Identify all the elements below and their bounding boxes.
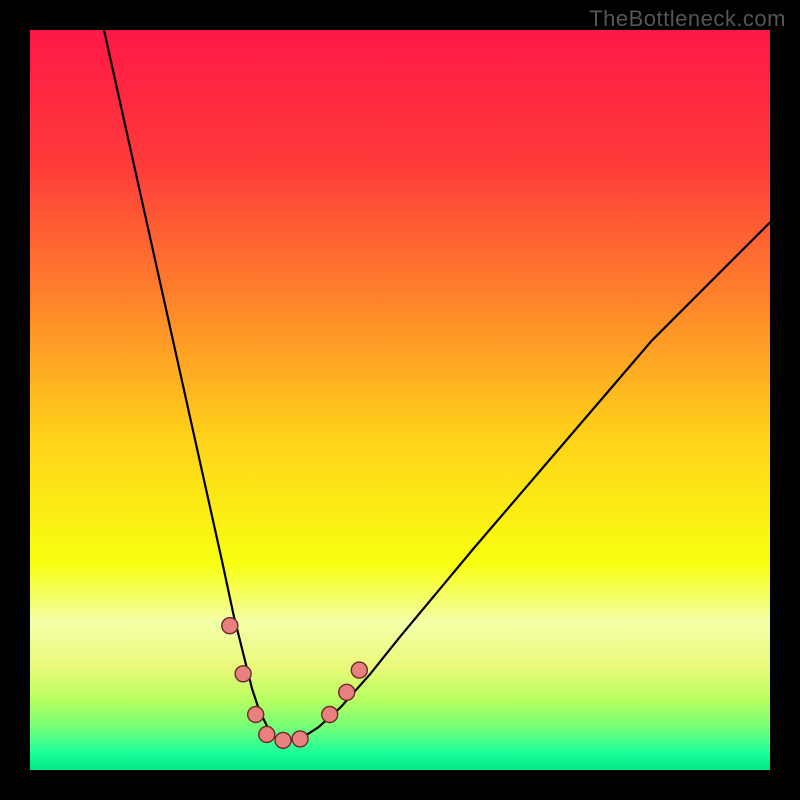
data-marker [222, 618, 238, 634]
data-marker [322, 707, 338, 723]
plot-area [30, 30, 770, 770]
data-marker [248, 707, 264, 723]
data-marker [292, 731, 308, 747]
watermark-text: TheBottleneck.com [589, 6, 786, 32]
chart-svg [30, 30, 770, 770]
data-marker [351, 662, 367, 678]
data-marker [259, 726, 275, 742]
data-marker [275, 732, 291, 748]
data-marker [339, 684, 355, 700]
data-marker [235, 666, 251, 682]
gradient-background [30, 30, 770, 770]
chart-container: TheBottleneck.com [0, 0, 800, 800]
